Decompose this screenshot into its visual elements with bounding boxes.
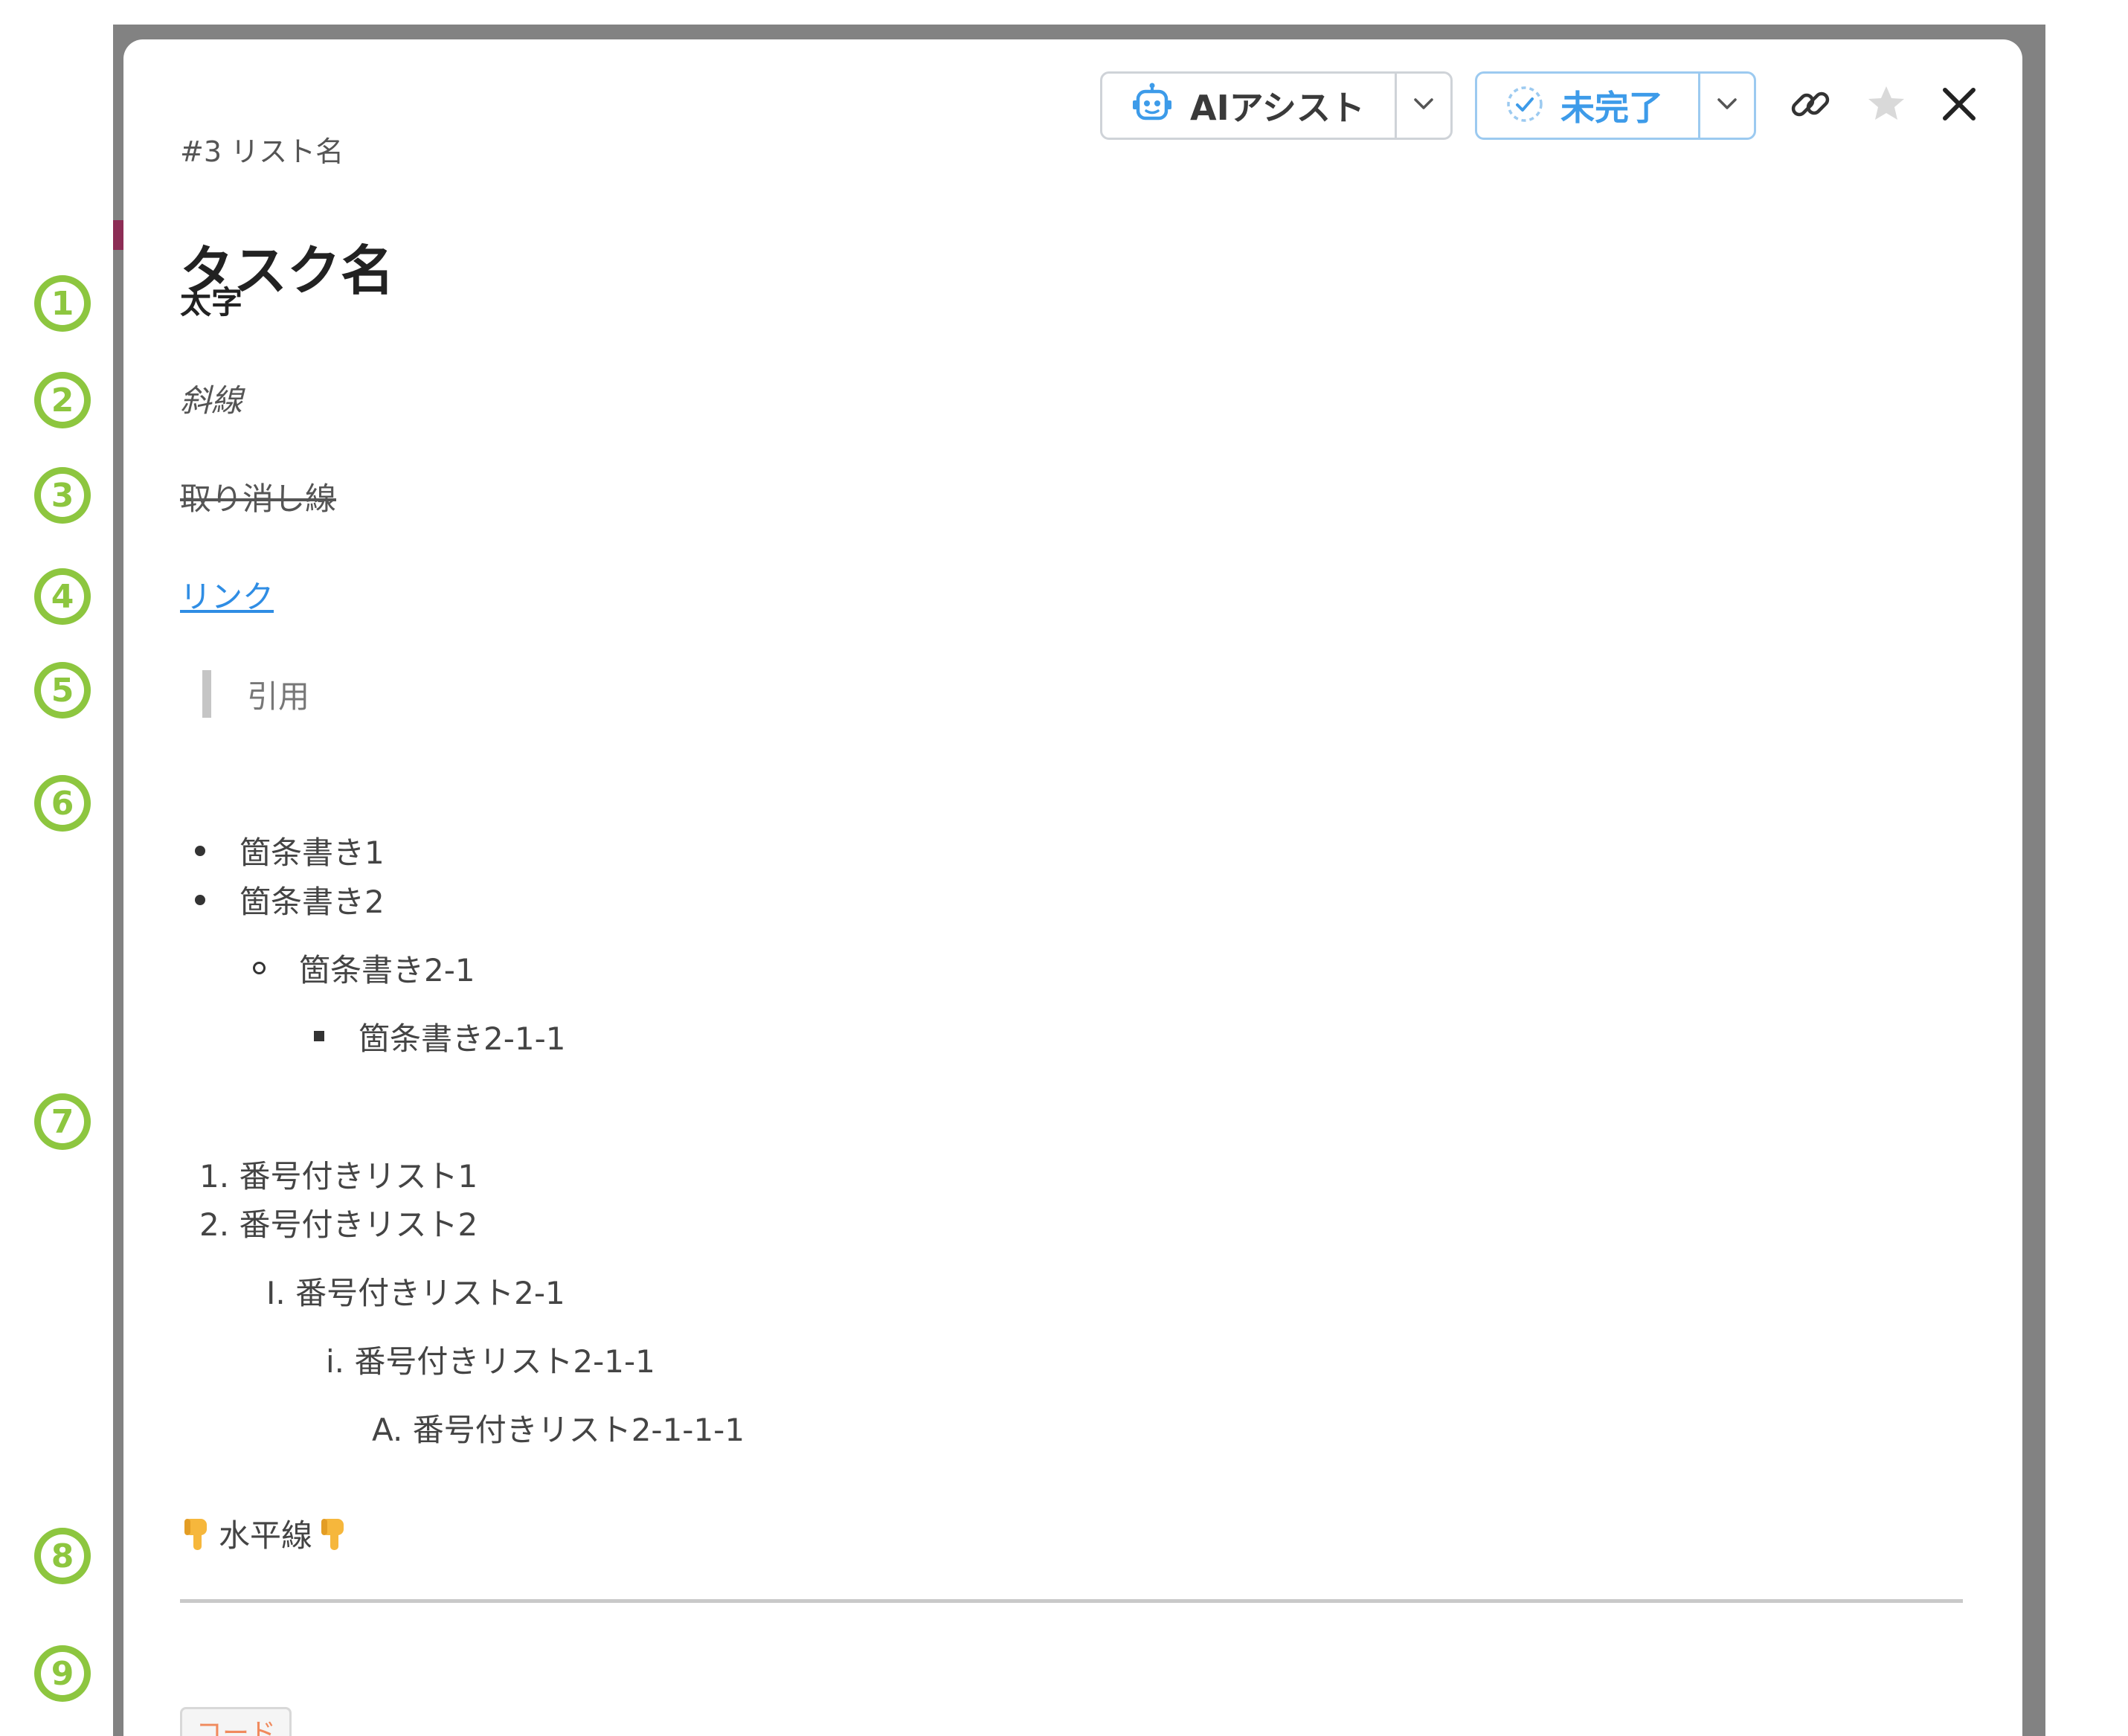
strikethrough-text: 取り消し線 bbox=[180, 480, 337, 517]
background-accent bbox=[113, 220, 123, 250]
marker-number: 6 bbox=[51, 784, 74, 823]
list-item: 箇条書き2-1-1 bbox=[359, 1020, 566, 1057]
list-marker: A. bbox=[372, 1412, 403, 1448]
ordered-list-item: i. 番号付きリスト2-1-1 bbox=[326, 1337, 655, 1382]
pointing-down-icon bbox=[317, 1516, 351, 1552]
step-marker-3: 3 bbox=[34, 467, 91, 524]
list-item-text: 番号付きリスト1 bbox=[239, 1158, 478, 1195]
ordered-list-item: A. 番号付きリスト2-1-1-1 bbox=[372, 1405, 745, 1450]
bullet-disc bbox=[195, 846, 205, 856]
horizontal-rule-caption: 水平線 bbox=[180, 1511, 351, 1556]
list-item: 箇条書き1 bbox=[240, 835, 385, 871]
marker-number: 8 bbox=[51, 1537, 74, 1575]
list-item: 箇条書き2 bbox=[240, 884, 385, 920]
list-marker: 1. bbox=[199, 1158, 230, 1195]
blockquote-bar bbox=[202, 670, 211, 718]
step-marker-4: 4 bbox=[34, 568, 91, 625]
list-item: 箇条書き2-1 bbox=[299, 952, 475, 988]
list-item-text: 番号付きリスト2-1 bbox=[295, 1275, 565, 1311]
ordered-list-item: I. 番号付きリスト2-1 bbox=[266, 1268, 565, 1314]
bullet-square bbox=[314, 1031, 324, 1041]
step-marker-7: 7 bbox=[34, 1093, 91, 1150]
marker-number: 1 bbox=[51, 284, 74, 323]
description-link[interactable]: リンク bbox=[180, 572, 274, 617]
bullet-disc bbox=[195, 895, 205, 905]
ordered-list-item: 1. 番号付きリスト1 bbox=[199, 1151, 478, 1197]
marker-number: 5 bbox=[51, 671, 74, 710]
step-marker-6: 6 bbox=[34, 775, 91, 832]
blockquote-text: 引用 bbox=[247, 678, 310, 715]
marker-number: 9 bbox=[51, 1654, 74, 1693]
step-marker-1: 1 bbox=[34, 275, 91, 332]
list-marker: I. bbox=[266, 1275, 286, 1311]
marker-number: 2 bbox=[51, 381, 74, 419]
step-marker-5: 5 bbox=[34, 662, 91, 718]
breadcrumb[interactable]: #3 リスト名 bbox=[180, 129, 344, 170]
list-item-text: 番号付きリスト2 bbox=[239, 1206, 478, 1243]
inline-code: コード bbox=[180, 1707, 292, 1736]
horizontal-rule-label: 水平線 bbox=[219, 1517, 313, 1554]
step-marker-9: 9 bbox=[34, 1645, 91, 1702]
pointing-down-icon bbox=[180, 1516, 214, 1552]
bold-text: 太字 bbox=[180, 284, 243, 321]
list-marker: i. bbox=[326, 1343, 345, 1380]
list-item-text: 番号付きリスト2-1-1 bbox=[354, 1343, 655, 1380]
step-marker-2: 2 bbox=[34, 372, 91, 428]
italic-text: 斜線 bbox=[180, 382, 243, 419]
list-marker: 2. bbox=[199, 1206, 230, 1243]
step-marker-8: 8 bbox=[34, 1528, 91, 1584]
horizontal-rule bbox=[180, 1599, 1963, 1603]
bullet-circle bbox=[253, 962, 266, 974]
list-item-text: 番号付きリスト2-1-1-1 bbox=[412, 1412, 745, 1448]
ordered-list-item: 2. 番号付きリスト2 bbox=[199, 1200, 478, 1245]
task-detail-modal: AIアシスト 未完了 #3 リスト名 タスク名 太字 斜線 取り消し線 リンク … bbox=[123, 39, 2022, 1736]
marker-number: 7 bbox=[51, 1102, 74, 1141]
marker-number: 3 bbox=[51, 476, 74, 515]
task-content: #3 リスト名 タスク名 太字 斜線 取り消し線 リンク 引用 箇条書き1 箇条… bbox=[180, 39, 1963, 1736]
marker-number: 4 bbox=[51, 577, 74, 616]
